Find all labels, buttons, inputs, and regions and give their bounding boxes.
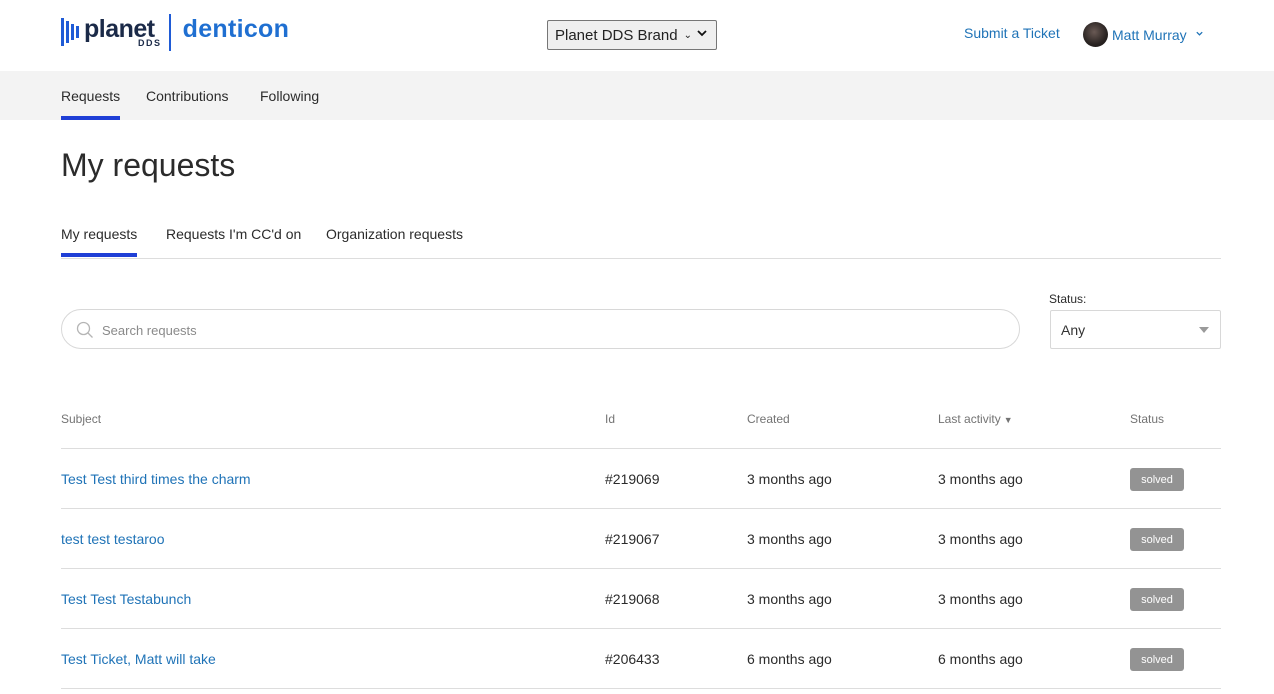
request-id: #219069 <box>605 471 660 487</box>
nav-tab-following[interactable]: Following <box>260 88 319 104</box>
nav-tab-contributions[interactable]: Contributions <box>146 88 229 104</box>
brand-select[interactable]: Planet DDS Brand ⌄ <box>547 20 717 50</box>
avatar <box>1083 22 1108 47</box>
chevron-down-icon <box>1195 29 1204 41</box>
request-created: 3 months ago <box>747 591 832 607</box>
status-badge: solved <box>1130 528 1184 551</box>
request-last-activity: 6 months ago <box>938 651 1023 667</box>
table-row: Test Test third times the charm #219069 … <box>61 449 1221 509</box>
subtab-cc-requests[interactable]: Requests I'm CC'd on <box>166 226 301 242</box>
table-row: Test Ticket, Matt will take #206433 6 mo… <box>61 629 1221 689</box>
request-subject-link[interactable]: Test Test third times the charm <box>61 471 251 487</box>
logo-dds-text: DDS <box>138 38 162 48</box>
request-last-activity: 3 months ago <box>938 531 1023 547</box>
search-box <box>61 309 1020 349</box>
request-subject-link[interactable]: Test Ticket, Matt will take <box>61 651 216 667</box>
search-input[interactable] <box>102 320 982 340</box>
status-badge: solved <box>1130 588 1184 611</box>
site-header: planet DDS denticon Planet DDS Brand ⌄ S… <box>0 0 1274 71</box>
column-header-id[interactable]: Id <box>605 412 615 426</box>
status-badge: solved <box>1130 648 1184 671</box>
table-header: Subject Id Created Last activity ▼ Status <box>61 400 1221 449</box>
search-icon <box>76 321 93 338</box>
column-header-subject[interactable]: Subject <box>61 412 101 426</box>
request-created: 3 months ago <box>747 531 832 547</box>
subtab-my-requests[interactable]: My requests <box>61 226 138 257</box>
chevron-down-icon: ⌄ <box>683 29 692 41</box>
request-subtabs: My requests Requests I'm CC'd on Organiz… <box>61 226 1221 259</box>
brand-logo[interactable]: planet DDS denticon <box>61 13 289 51</box>
brand-select-value: Planet DDS Brand <box>555 26 678 44</box>
table-row: Test Test Testabunch #219068 3 months ag… <box>61 569 1221 629</box>
logo-divider <box>168 13 171 51</box>
nav-bar: Requests Contributions Following <box>0 71 1274 120</box>
subtab-organization-requests[interactable]: Organization requests <box>326 226 463 242</box>
logo-denticon-text: denticon <box>182 14 290 43</box>
caret-down-icon <box>1199 327 1209 333</box>
status-filter-value: Any <box>1061 321 1086 338</box>
status-filter-select[interactable]: Any <box>1050 310 1221 349</box>
select-arrow-icon <box>696 27 708 42</box>
request-subject-link[interactable]: test test testaroo <box>61 531 165 547</box>
request-created: 3 months ago <box>747 471 832 487</box>
request-id: #219067 <box>605 531 660 547</box>
nav-tab-requests[interactable]: Requests <box>61 88 121 120</box>
requests-table: Subject Id Created Last activity ▼ Status… <box>61 400 1221 689</box>
status-badge: solved <box>1130 468 1184 491</box>
request-created: 6 months ago <box>747 651 832 667</box>
request-last-activity: 3 months ago <box>938 591 1023 607</box>
column-header-created[interactable]: Created <box>747 412 790 426</box>
status-filter-label: Status: <box>1049 292 1087 306</box>
page-title: My requests <box>61 147 236 183</box>
sort-descending-icon: ▼ <box>1003 415 1013 425</box>
request-last-activity: 3 months ago <box>938 471 1023 487</box>
request-subject-link[interactable]: Test Test Testabunch <box>61 591 191 607</box>
column-header-status[interactable]: Status <box>1130 412 1164 426</box>
column-header-last-activity-label: Last activity <box>938 412 1001 426</box>
user-name: Matt Murray <box>1112 26 1187 43</box>
user-menu[interactable]: Matt Murray <box>1083 22 1204 47</box>
table-row: test test testaroo #219067 3 months ago … <box>61 509 1221 569</box>
request-id: #206433 <box>605 651 660 667</box>
logo-bars-icon <box>61 18 79 46</box>
submit-ticket-link[interactable]: Submit a Ticket <box>964 25 1060 41</box>
request-id: #219068 <box>605 591 660 607</box>
column-header-last-activity[interactable]: Last activity ▼ <box>938 412 1013 426</box>
